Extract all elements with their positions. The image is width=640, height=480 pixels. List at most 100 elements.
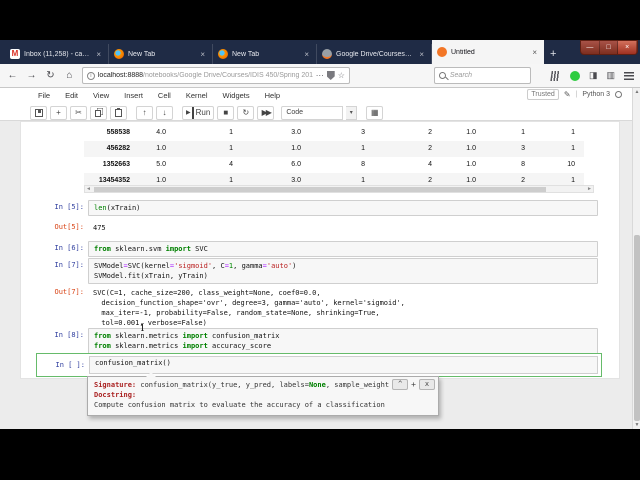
sidebar-icon[interactable]: ◨ [589,70,598,81]
tab-new-tab-1[interactable]: New Tab × [109,44,213,64]
restart-kernel-button[interactable]: ↻ [237,105,255,120]
signature-text: confusion_matrix(y_true, y_pred, labels= [136,381,309,389]
menu-cell[interactable]: Cell [158,91,171,100]
menu-file[interactable]: File [38,91,50,100]
cell: 2 [428,145,432,152]
copy-icon [95,110,101,117]
menu-insert[interactable]: Insert [124,91,143,100]
tab-close-icon[interactable]: × [302,50,311,59]
extension-icon[interactable] [569,70,580,81]
code-line: from sklearn.metrics import confusion_ma… [94,331,592,341]
cell: 1 [229,145,233,152]
hamburger-menu-icon[interactable] [624,71,634,80]
code-editor-active[interactable]: confusion_matrix() [89,356,598,374]
active-code-cell[interactable]: In [ ]: confusion_matrix() [36,353,602,377]
save-button[interactable] [30,105,47,120]
code-line: SVModel=SVC(kernel='sigmoid', C=1, gamma… [94,261,592,271]
maximize-button[interactable]: □ [600,41,619,54]
code-token: import [182,342,208,350]
search-bar[interactable]: Search [433,67,531,84]
search-placeholder: Search [449,72,473,79]
trusted-button[interactable]: Trusted [527,89,559,100]
cell: 5.0 [156,161,166,168]
minimize-button[interactable]: — [581,41,600,54]
scroll-left-icon[interactable]: ◄ [86,186,91,193]
scrollbar-thumb[interactable] [634,235,640,421]
menu-help[interactable]: Help [265,91,280,100]
code-token: sklearn.svm [110,245,166,253]
url-bar[interactable]: i localhost:8888/notebooks/Google Drive/… [81,67,350,84]
out-prompt: Out[7]: [54,288,84,296]
cell: 1 [361,145,365,152]
page-actions-icon[interactable]: ⋯ [316,71,324,80]
command-palette-button[interactable]: ▦ [366,105,384,120]
new-tab-button[interactable]: + [550,48,556,60]
restart-run-all-button[interactable]: ▶▶ [257,105,275,120]
forward-button[interactable]: → [25,70,38,81]
output-text-out7: SVC(C=1, cache_size=200, class_weight=No… [93,288,405,328]
menu-widgets[interactable]: Widgets [223,91,250,100]
close-button[interactable]: × [618,41,637,54]
vertical-scrollbar[interactable]: ▲ ▼ [632,88,640,429]
row-index: 558538 [106,129,130,136]
tab-close-icon[interactable]: × [417,50,426,59]
tab-close-icon[interactable]: × [530,48,539,57]
tab-untitled-active[interactable]: Untitled × [432,40,544,64]
tab-label: New Tab [128,50,156,58]
code-cell-in5[interactable]: len(xTrain) [88,200,598,216]
row-index: 1352663 [102,161,130,168]
library-icon[interactable] [550,70,562,81]
scroll-up-icon[interactable]: ▲ [633,89,640,95]
chevron-down-icon[interactable]: ▾ [346,105,358,120]
interrupt-kernel-button[interactable]: ■ [217,105,235,120]
move-cell-up-button[interactable]: ↑ [136,105,153,120]
move-cell-down-button[interactable]: ↓ [156,105,173,120]
cell-type-dropdown[interactable]: Code [281,105,344,120]
tab-gmail[interactable]: M Inbox (11,258) - capar@tamu... × [5,44,109,64]
run-button[interactable]: ▶ Run [182,105,215,120]
scrollbar-thumb[interactable] [94,187,546,192]
code-token: 'sigmoid' [174,262,213,270]
tooltip-pager-button[interactable]: + [411,380,416,390]
code-token: from [94,245,111,253]
code-cell-in8[interactable]: from sklearn.metrics import confusion_ma… [88,328,598,354]
home-button[interactable]: ⌂ [63,70,76,81]
pocket-icon[interactable] [326,71,335,80]
tab-close-icon[interactable]: × [94,50,103,59]
scroll-right-icon[interactable]: ► [587,186,592,193]
site-info-icon[interactable]: i [86,71,95,80]
bookmark-star-icon[interactable]: ☆ [338,71,345,80]
table-row: 558538 4.0 1 3.0 3 2 1.0 1 1 [84,125,584,141]
code-cell-in7[interactable]: SVModel=SVC(kernel='sigmoid', C=1, gamma… [88,258,598,284]
copy-cell-button[interactable] [90,105,107,120]
tooltip-close-button[interactable]: x [419,379,435,390]
back-button[interactable]: ← [6,70,19,81]
highlights-icon[interactable]: ▥ [606,70,615,81]
cut-cell-button[interactable]: ✂ [70,105,87,120]
code-token: sklearn.metrics [110,332,183,340]
docstring-label: Docstring: [94,391,137,399]
search-icon [438,72,446,79]
code-token: sklearn.metrics [110,342,183,350]
url-path: /notebooks/Google Drive/Courses/IDIS 450… [143,72,313,79]
table-horizontal-scrollbar[interactable]: ◄ ► [84,185,594,193]
menu-kernel[interactable]: Kernel [186,91,208,100]
menu-edit[interactable]: Edit [65,91,78,100]
code-cell-in6[interactable]: from sklearn.svm import SVC [88,241,598,257]
cell: 1 [229,129,233,136]
reload-button[interactable]: ↻ [44,70,57,81]
scroll-down-icon[interactable]: ▼ [633,422,640,428]
tab-new-tab-2[interactable]: New Tab × [213,44,317,64]
in-prompt: In [6]: [54,244,84,252]
in-prompt: In [8]: [54,331,84,339]
paste-cell-button[interactable] [110,105,127,120]
table-row: 1352663 5.0 4 6.0 8 4 1.0 8 10 [84,157,584,173]
tooltip-expand-button[interactable]: ^ [392,379,409,390]
cell: 4 [229,161,233,168]
tab-close-icon[interactable]: × [198,50,207,59]
tab-google-drive[interactable]: Google Drive/Courses/IDIS 450 × [317,44,432,64]
menu-view[interactable]: View [93,91,109,100]
add-cell-button[interactable]: + [50,105,67,120]
paste-icon [115,107,122,117]
code-token: from [94,332,111,340]
